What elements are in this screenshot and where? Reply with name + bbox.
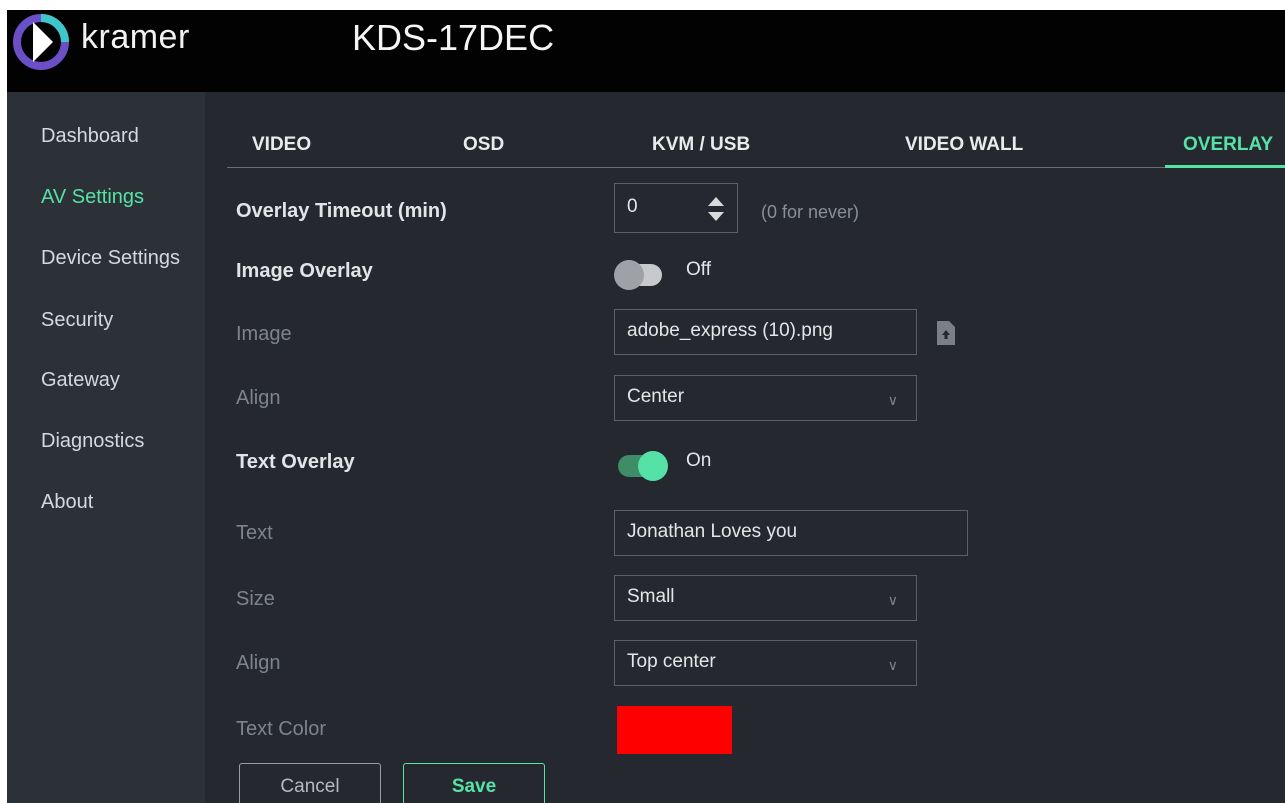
sidebar-item-gateway[interactable]: Gateway [41, 369, 120, 392]
text-label: Text [236, 522, 273, 544]
text-align-label: Align [236, 652, 281, 674]
text-color-label: Text Color [236, 718, 327, 740]
sidebar: Dashboard AV Settings Device Settings Se… [7, 92, 205, 803]
sidebar-item-about[interactable]: About [41, 491, 93, 514]
overlay-timeout-hint: (0 for never) [761, 202, 860, 222]
tab-video[interactable]: VIDEO [252, 134, 311, 156]
save-button[interactable]: Save [403, 763, 545, 803]
device-title: KDS-17DEC [352, 17, 555, 58]
tab-video-wall[interactable]: VIDEO WALL [905, 134, 1023, 156]
active-tab-indicator [1165, 165, 1285, 168]
image-overlay-toggle[interactable] [614, 260, 662, 290]
text-overlay-label: Text Overlay [236, 451, 355, 473]
toggle-knob [638, 451, 668, 481]
app-window: kramer KDS-17DEC Dashboard AV Settings D… [7, 10, 1285, 803]
brand-name: kramer [81, 18, 190, 56]
sidebar-item-device-settings[interactable]: Device Settings [41, 247, 180, 270]
text-color-swatch[interactable] [617, 706, 732, 754]
sidebar-item-security[interactable]: Security [41, 309, 113, 332]
overlay-timeout-stepper[interactable]: 0 [614, 183, 738, 233]
overlay-timeout-label: Overlay Timeout (min) [236, 200, 447, 222]
text-align-select[interactable]: Top center ∨ [614, 640, 917, 686]
image-overlay-label: Image Overlay [236, 260, 373, 282]
image-file-field[interactable]: adobe_express (10).png [614, 309, 917, 355]
chevron-down-icon: ∨ [887, 392, 898, 408]
text-overlay-state: On [686, 450, 712, 471]
image-label: Image [236, 323, 292, 345]
image-align-value: Center [627, 386, 685, 407]
sidebar-item-av-settings[interactable]: AV Settings [41, 186, 144, 209]
kramer-logo-icon [13, 14, 69, 70]
tab-osd[interactable]: OSD [463, 134, 504, 156]
main-panel: VIDEO OSD KVM / USB VIDEO WALL OVERLAY O… [205, 92, 1285, 803]
tab-kvm-usb[interactable]: KVM / USB [652, 134, 750, 156]
image-file-value: adobe_express (10).png [627, 320, 833, 341]
toggle-knob [614, 260, 644, 290]
size-label: Size [236, 588, 275, 610]
image-align-select[interactable]: Center ∨ [614, 375, 917, 421]
chevron-down-icon: ∨ [887, 592, 898, 608]
image-overlay-state: Off [686, 259, 711, 280]
top-header: kramer KDS-17DEC [7, 10, 1285, 92]
overlay-text-value: Jonathan Loves you [627, 521, 798, 542]
text-align-value: Top center [627, 651, 716, 672]
text-size-select[interactable]: Small ∨ [614, 575, 917, 621]
sidebar-item-dashboard[interactable]: Dashboard [41, 125, 139, 148]
image-align-label: Align [236, 387, 281, 409]
cancel-button[interactable]: Cancel [239, 763, 381, 803]
overlay-text-input[interactable]: Jonathan Loves you [614, 510, 968, 556]
text-overlay-toggle[interactable] [618, 451, 668, 481]
tab-overlay[interactable]: OVERLAY [1183, 134, 1273, 156]
tab-bar: VIDEO OSD KVM / USB VIDEO WALL OVERLAY [227, 92, 1285, 168]
sidebar-item-diagnostics[interactable]: Diagnostics [41, 430, 144, 453]
stepper-arrows-icon[interactable] [707, 195, 725, 223]
file-upload-icon[interactable] [937, 321, 955, 345]
chevron-down-icon: ∨ [887, 657, 898, 673]
overlay-timeout-value: 0 [627, 196, 638, 217]
text-size-value: Small [627, 586, 675, 607]
